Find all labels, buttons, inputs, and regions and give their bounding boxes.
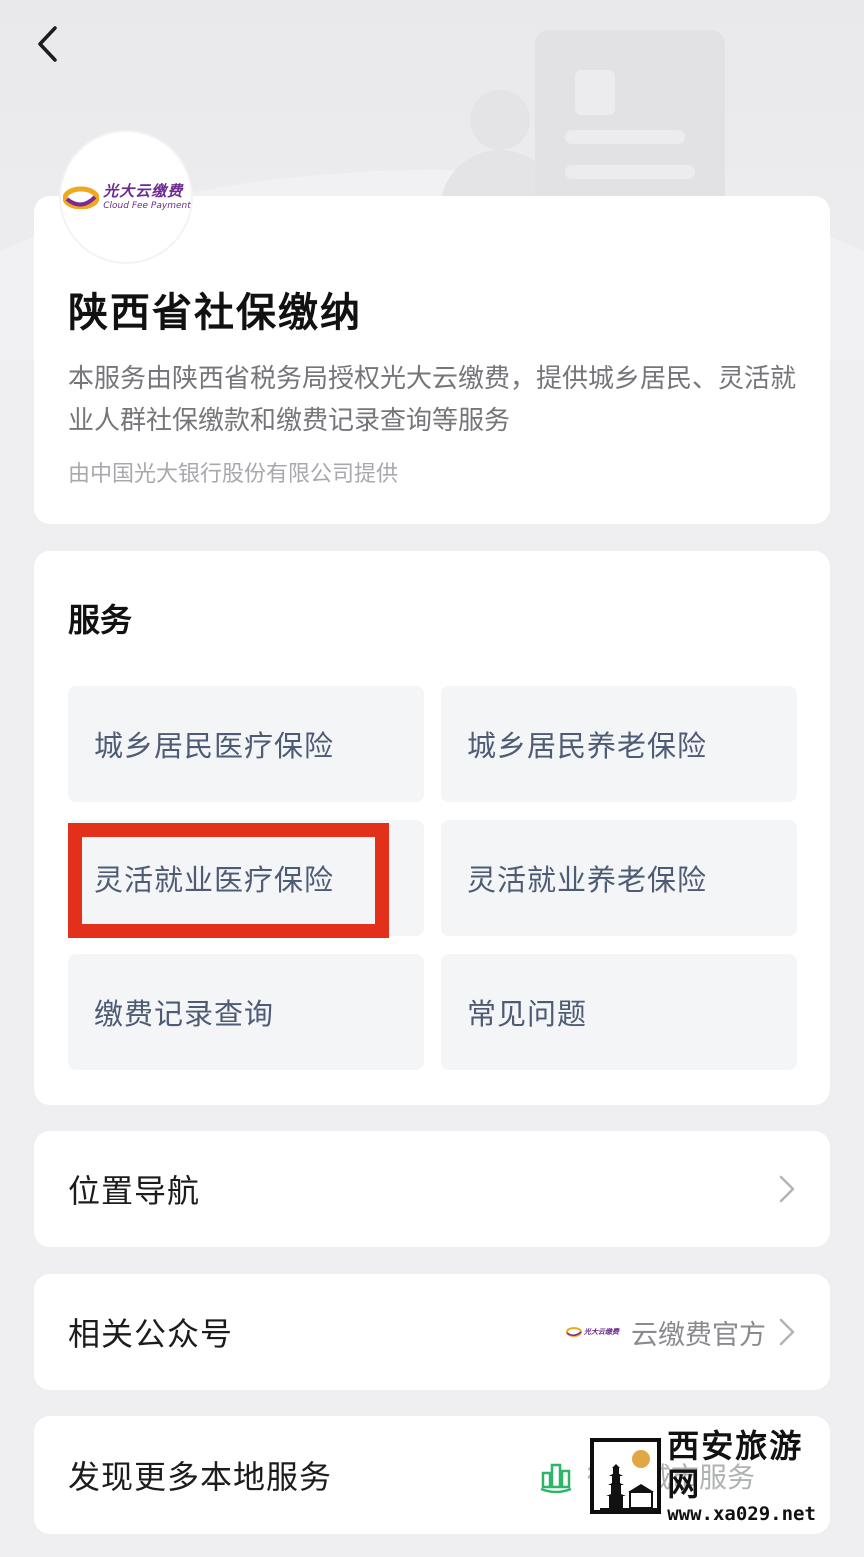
service-flexible-pension-insurance[interactable]: 灵活就业养老保险 [441,820,797,936]
cloud-logo-icon [63,186,100,209]
services-section-title: 服务 [68,601,133,639]
mini-logo-text: 光大云缴费 [584,1328,619,1336]
provider-text: 由中国光大银行股份有限公司提供 [68,462,399,487]
service-label: 灵活就业养老保险 [467,863,708,897]
watermark-title: 西安旅游网 [667,1427,804,1503]
service-label: 城乡居民养老保险 [467,729,708,763]
service-description: 本服务由陕西省税务局授权光大云缴费，提供城乡居民、灵活就业人群社保缴款和缴费记录… [68,364,797,436]
services-card: 服务 城乡居民医疗保险 城乡居民养老保险 灵活就业医疗保险 灵活就业养老保险 缴… [34,551,830,1105]
service-label: 城乡居民医疗保险 [94,729,335,763]
service-logo: 光大云缴费 Cloud Fee Payment [61,132,191,262]
chevron-right-icon [778,1174,796,1204]
row-label: 位置导航 [68,1172,201,1210]
pagoda-logo-icon [590,1438,662,1514]
row-label: 相关公众号 [68,1315,234,1353]
service-rural-medical-insurance[interactable]: 城乡居民医疗保险 [68,686,424,802]
service-label: 灵活就业医疗保险 [94,863,335,897]
city-service-icon [539,1459,573,1493]
page-title: 陕西省社保缴纳 [68,290,362,336]
watermark-url: www.xa029.net [667,1503,816,1525]
back-button[interactable] [28,22,68,66]
service-payment-records[interactable]: 缴费记录查询 [68,954,424,1070]
service-label: 常见问题 [467,997,588,1031]
service-rural-pension-insurance[interactable]: 城乡居民养老保险 [441,686,797,802]
location-navigation-row[interactable]: 位置导航 [34,1131,830,1247]
cloud-logo-icon: 光大云缴费 [566,1327,619,1337]
logo-en-text: Cloud Fee Payment [103,200,191,211]
service-faq[interactable]: 常见问题 [441,954,797,1070]
logo-cn-text: 光大云缴费 [103,181,184,200]
service-label: 缴费记录查询 [94,997,275,1031]
service-flexible-medical-insurance[interactable]: 灵活就业医疗保险 [68,820,424,936]
chevron-left-icon [38,26,57,62]
chevron-right-icon [778,1317,796,1347]
official-account-row[interactable]: 相关公众号 光大云缴费 云缴费官方 [34,1274,830,1390]
site-watermark: 西安旅游网 www.xa029.net [590,1427,830,1525]
official-account-name: 云缴费官方 [631,1319,766,1351]
